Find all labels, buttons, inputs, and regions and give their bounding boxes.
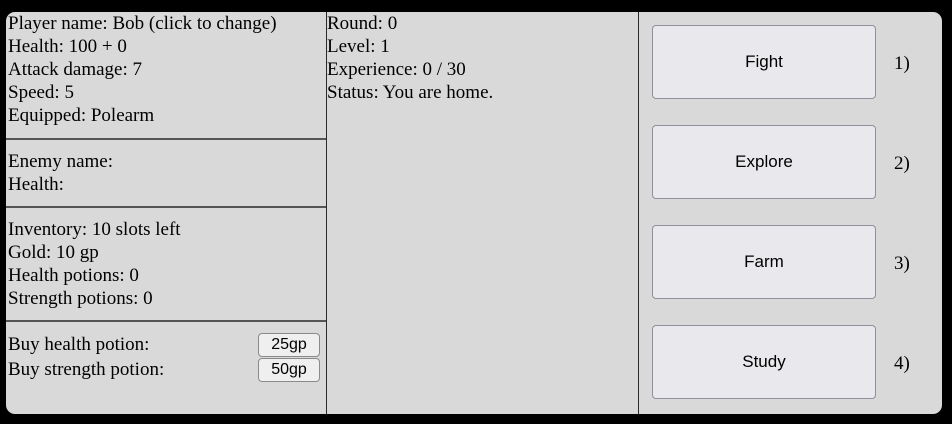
game-panel: Player name: Bob (click to change) Healt…: [6, 12, 942, 414]
game-status: Round: 0 Level: 1 Experience: 0 / 30 Sta…: [327, 12, 638, 104]
middle-column: Round: 0 Level: 1 Experience: 0 / 30 Sta…: [327, 12, 639, 414]
buy-strength-row: Buy strength potion: 50gp: [8, 358, 320, 382]
buy-health-potion-button[interactable]: 25gp: [258, 333, 320, 357]
player-equipped: Equipped: Polearm: [8, 105, 155, 126]
status-message: Status: You are home.: [327, 82, 494, 103]
player-stats: Player name: Bob (click to change) Healt…: [6, 12, 326, 127]
strength-potions-count: Strength potions: 0: [8, 288, 153, 309]
gold-amount: Gold: 10 gp: [8, 242, 99, 263]
level-indicator: Level: 1: [327, 36, 390, 57]
inventory-section: Inventory: 10 slots left Gold: 10 gp Hea…: [6, 218, 326, 310]
actions-column: Fight 1) Explore 2) Farm 3) Study 4): [639, 12, 942, 414]
fight-button[interactable]: Fight: [652, 25, 876, 99]
explore-hotkey: 2): [894, 153, 910, 174]
player-attack-damage: Attack damage: 7: [8, 59, 143, 80]
enemy-stats: Enemy name: Health:: [6, 150, 326, 196]
left-column: Player name: Bob (click to change) Healt…: [6, 12, 327, 414]
player-health: Health: 100 + 0: [8, 36, 127, 57]
buy-health-row: Buy health potion: 25gp: [8, 333, 320, 357]
explore-button[interactable]: Explore: [652, 125, 876, 199]
enemy-health: Health:: [8, 174, 64, 195]
study-button[interactable]: Study: [652, 325, 876, 399]
buy-strength-label: Buy strength potion:: [8, 359, 165, 380]
player-name[interactable]: Player name: Bob (click to change): [8, 12, 326, 35]
experience-indicator: Experience: 0 / 30: [327, 59, 466, 80]
round-counter: Round: 0: [327, 13, 398, 34]
divider: [6, 320, 326, 322]
farm-button[interactable]: Farm: [652, 225, 876, 299]
study-hotkey: 4): [894, 353, 910, 374]
health-potions-count: Health potions: 0: [8, 265, 139, 286]
buy-strength-potion-button[interactable]: 50gp: [258, 358, 320, 382]
divider: [6, 138, 326, 140]
fight-hotkey: 1): [894, 53, 910, 74]
buy-health-label: Buy health potion:: [8, 334, 150, 355]
farm-hotkey: 3): [894, 253, 910, 274]
divider: [6, 206, 326, 208]
player-speed: Speed: 5: [8, 82, 74, 103]
enemy-name: Enemy name:: [8, 151, 113, 172]
inventory-slots: Inventory: 10 slots left: [8, 219, 181, 240]
